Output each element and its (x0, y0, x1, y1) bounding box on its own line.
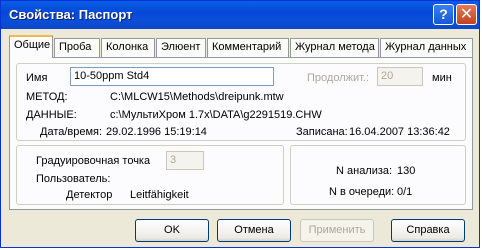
analysis-number-label: N анализа: (336, 165, 393, 177)
recorded-label: Записана: (296, 126, 348, 138)
datetime-label: Дата/время: (40, 126, 103, 138)
tab-sample[interactable]: Проба (54, 38, 100, 57)
method-label: МЕТОД: (26, 91, 68, 103)
user-label: Пользователь: (36, 173, 111, 185)
duration-label: Продолжит.: (307, 72, 370, 84)
tab-panel-general: Имя 10-50ppm Std4 Продолжит.: 20 мин МЕТ… (9, 57, 473, 210)
datetime-value: 29.02.1996 15:19:14 (106, 126, 207, 138)
name-label: Имя (26, 72, 48, 84)
tab-column[interactable]: Колонка (101, 38, 155, 57)
data-path: c:\МультиХром 1.7x\DATA\g2291519.CHW (110, 109, 322, 121)
calibration-point-field[interactable]: 3 (166, 151, 204, 170)
tab-data-log[interactable]: Журнал данных (380, 38, 473, 57)
tab-method-log[interactable]: Журнал метода (290, 38, 379, 57)
detector-value: Leitfähigkeit (130, 189, 189, 201)
properties-dialog: Свойства: Паспорт ? ✕ Общие Проба Колонк… (0, 0, 480, 248)
tab-general[interactable]: Общие (9, 35, 53, 58)
method-path: C:\MLCW15\Methods\dreipunk.mtw (110, 91, 284, 103)
duration-unit: мин (432, 72, 452, 84)
tab-strip: Общие Проба Колонка Элюент Комментарий Ж… (9, 35, 473, 58)
cancel-button[interactable]: Отмена (217, 219, 291, 242)
close-icon[interactable]: ✕ (456, 4, 477, 25)
data-label: ДАННЫЕ: (26, 109, 77, 121)
title-bar: Свойства: Паспорт ? ✕ (1, 1, 479, 29)
help-button[interactable]: Справка (391, 219, 465, 242)
detector-label: Детектор (66, 189, 113, 201)
ok-button[interactable]: OK (135, 219, 209, 242)
name-field[interactable]: 10-50ppm Std4 (70, 67, 274, 86)
apply-button[interactable]: Применить (300, 219, 374, 242)
recorded-value: 16.04.2007 13:36:42 (349, 126, 450, 138)
duration-field[interactable]: 20 (377, 67, 423, 86)
help-icon[interactable]: ? (433, 4, 454, 25)
queue-label: N в очереди: (329, 186, 395, 198)
analysis-number-value: 130 (397, 165, 416, 177)
tab-comment[interactable]: Комментарий (207, 38, 289, 57)
window-title: Свойства: Паспорт (9, 7, 133, 22)
queue-value: 0/1 (397, 186, 413, 198)
calibration-point-label: Градуировочная точка (36, 155, 151, 167)
tab-eluent[interactable]: Элюент (156, 38, 206, 57)
